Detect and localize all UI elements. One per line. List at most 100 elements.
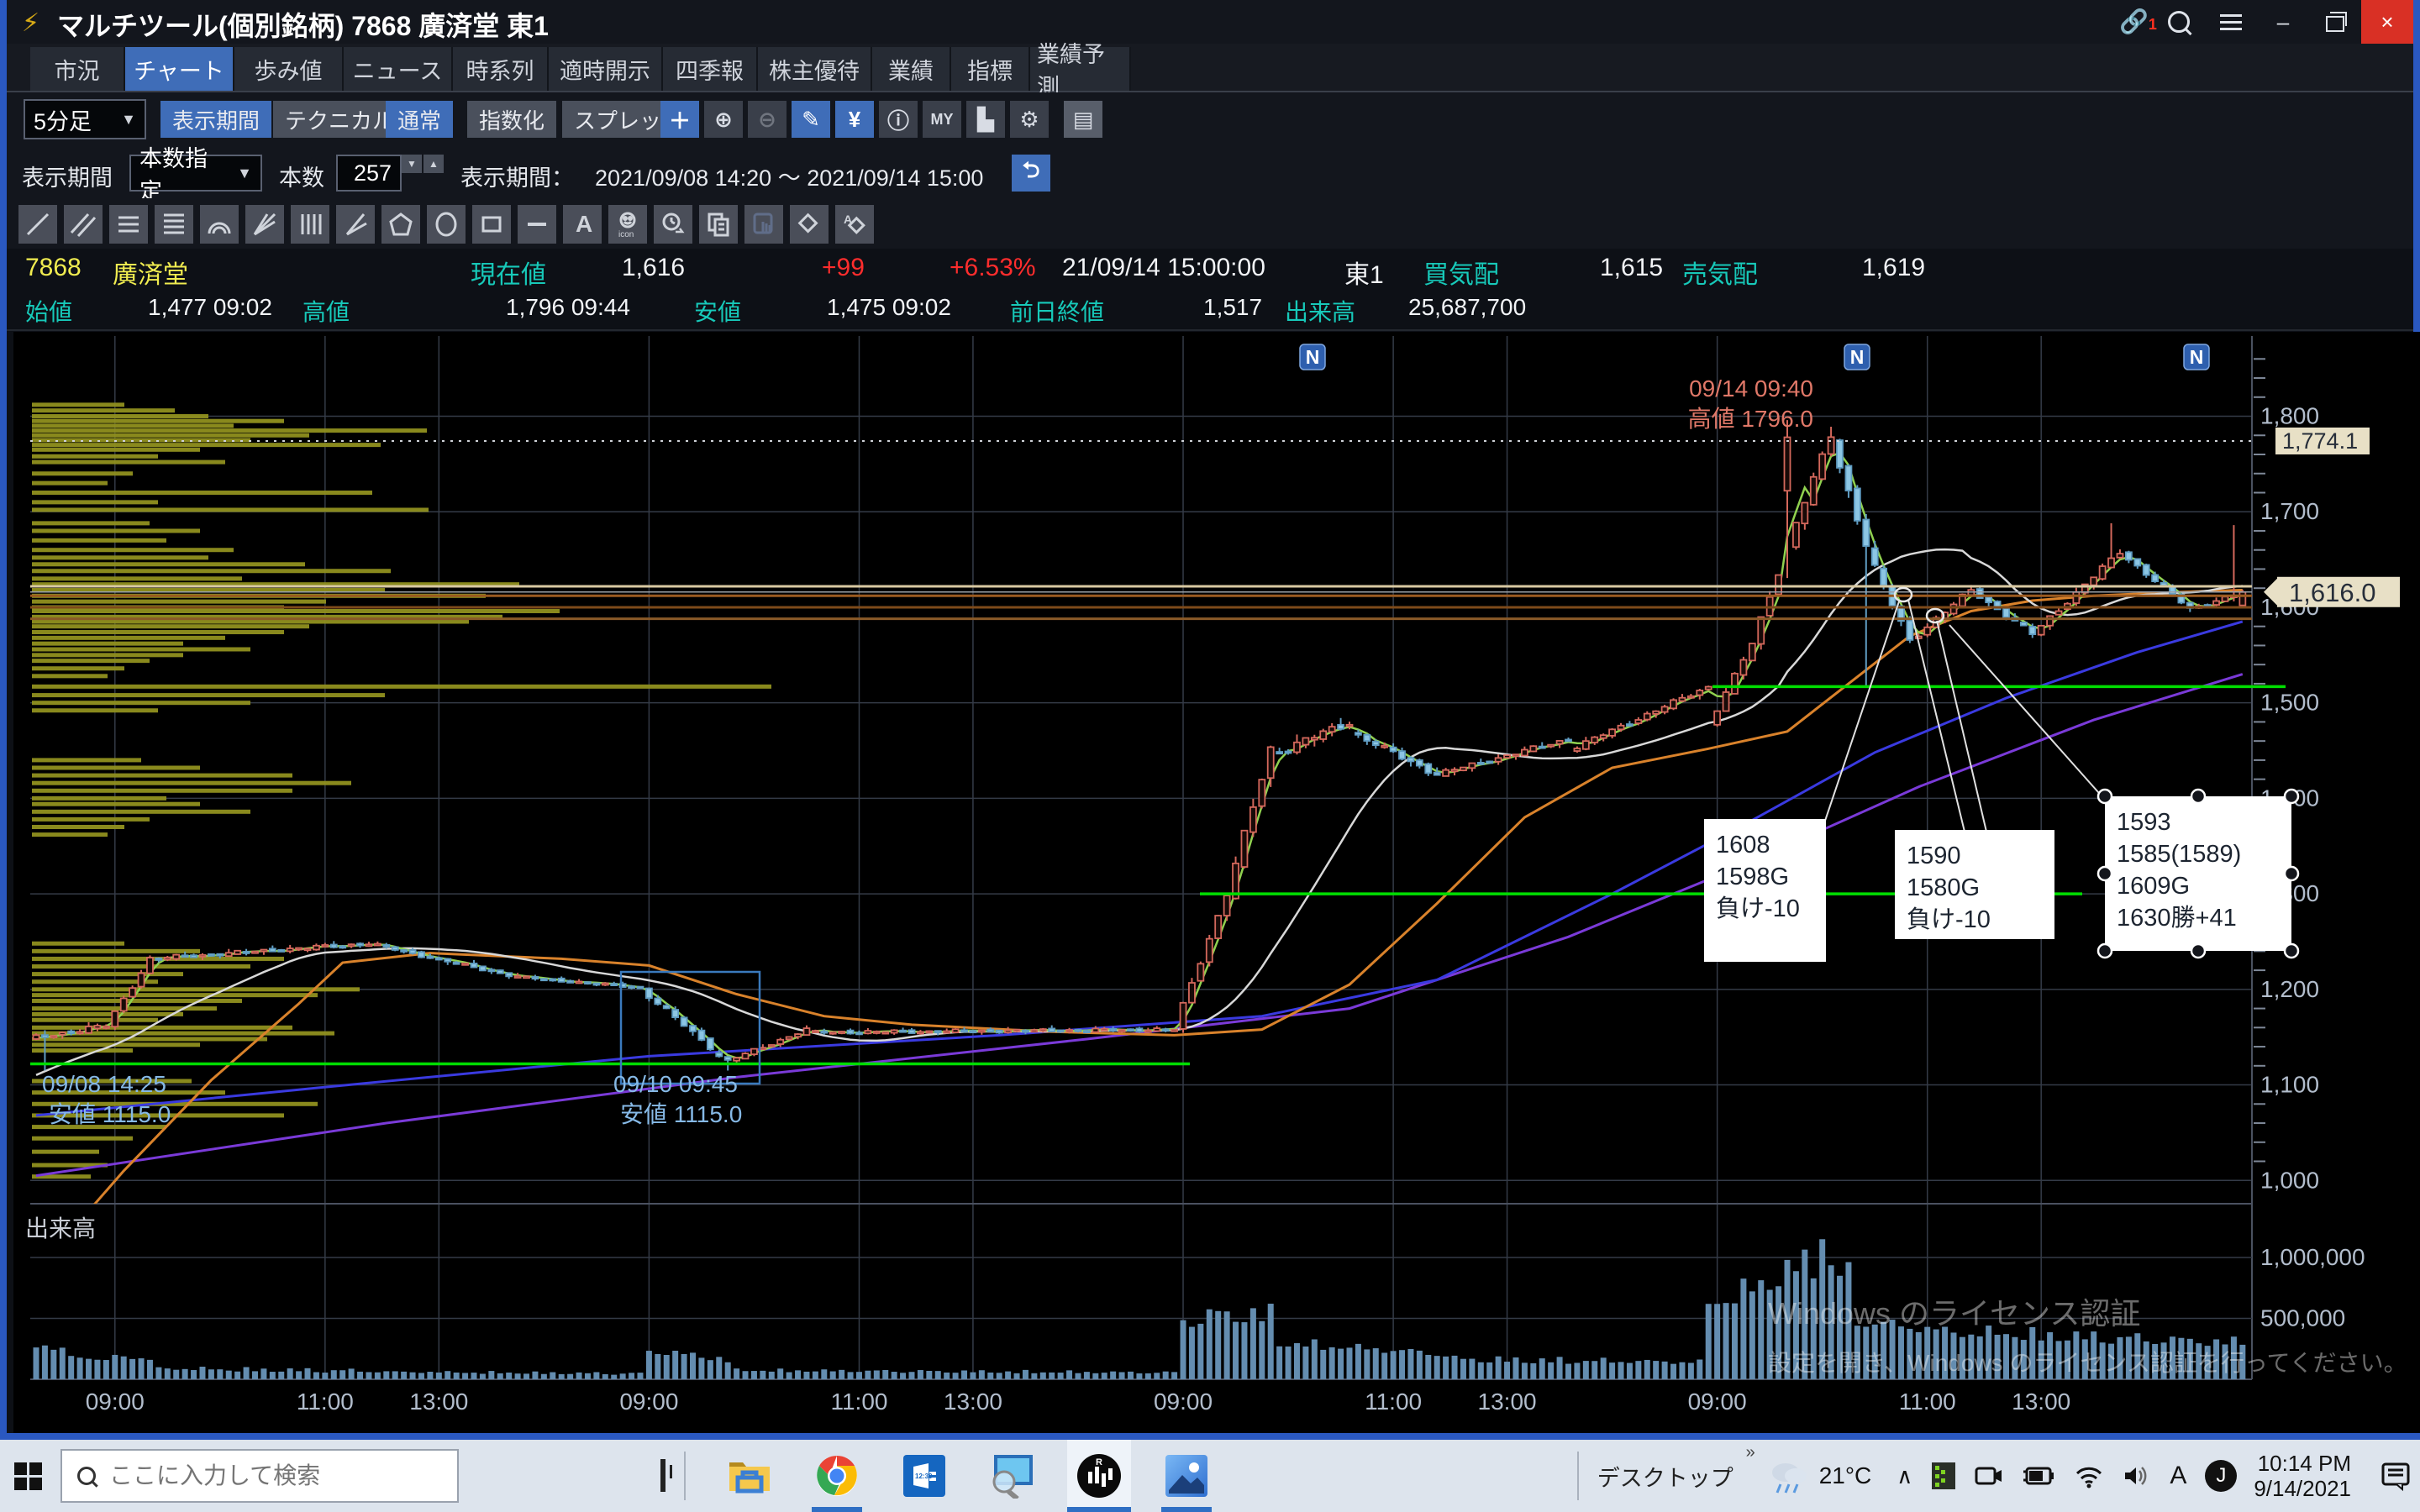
battery-icon[interactable] (2022, 1463, 2055, 1488)
svg-text:11:00: 11:00 (1899, 1389, 1956, 1415)
menu-icon[interactable] (2205, 0, 2257, 44)
zoom-out-icon[interactable]: ⊖ (748, 101, 786, 138)
tab-5[interactable]: 時系列 (453, 47, 549, 91)
wifi-icon[interactable] (2074, 1463, 2104, 1488)
fibonacci-arc-icon[interactable] (200, 205, 239, 244)
toolbar-button-指数化[interactable]: 指数化 (467, 101, 556, 138)
tab-11[interactable]: 業績予測 (1030, 47, 1131, 91)
marketspeed-icon[interactable]: R (1067, 1440, 1131, 1512)
task-view-icon[interactable] (660, 1462, 666, 1490)
screen-record-icon[interactable] (1975, 1463, 2003, 1488)
chrome-icon[interactable] (805, 1440, 869, 1512)
toolbar-button-通常[interactable]: 通常 (386, 101, 453, 138)
close-button[interactable]: × (2361, 0, 2413, 44)
hand-drag-icon[interactable] (744, 205, 783, 244)
svg-text:1598G: 1598G (1716, 864, 1789, 890)
h-segment-icon[interactable] (518, 205, 556, 244)
svg-text:1608: 1608 (1716, 832, 1770, 858)
svg-text:安値 1115.0: 安値 1115.0 (49, 1101, 171, 1127)
link-group-icon[interactable]: 🔗1 (2119, 8, 2153, 36)
icon-stamp-icon[interactable]: icon (608, 205, 647, 244)
tab-1[interactable]: 市況 (30, 47, 125, 91)
chart-note-box: 16081598G負け-10 (1704, 819, 1826, 962)
svg-text:12:30: 12:30 (915, 1473, 933, 1480)
hidden-icons-caret[interactable]: ∧ (1897, 1463, 1912, 1489)
tab-2[interactable]: チャート (125, 47, 234, 91)
count-down-spinner[interactable]: ▼ (402, 155, 422, 173)
file-explorer-icon[interactable] (718, 1440, 781, 1512)
quote-value: 21/09/14 15:00:00 (1062, 254, 1265, 282)
weather-widget[interactable]: 21°C (1767, 1456, 1872, 1496)
clock[interactable]: 10:14 PM 9/14/2021 (2254, 1451, 2351, 1501)
yen-icon[interactable]: ¥ (835, 101, 874, 138)
candlestick-chart[interactable]: 1,8001,7001,6001,5001,4001,3001,2001,100… (13, 332, 2420, 1433)
chart-area[interactable]: 1,8001,7001,6001,5001,4001,3001,2001,100… (13, 332, 2420, 1433)
restore-button[interactable] (2309, 0, 2361, 44)
tab-4[interactable]: ニュース (344, 47, 453, 91)
search-input[interactable] (108, 1462, 430, 1490)
zoom-in-icon[interactable]: ⊕ (704, 101, 743, 138)
volume-icon[interactable] (2123, 1463, 2151, 1488)
info-icon[interactable]: ⓘ (879, 101, 918, 138)
copy-object-icon[interactable] (699, 205, 738, 244)
trend-line-icon[interactable] (18, 205, 57, 244)
svg-text:高値 1796.0: 高値 1796.0 (1688, 406, 1813, 432)
my-chart-icon[interactable]: MY (923, 101, 961, 138)
news-marker-icon: N (1844, 344, 1870, 370)
pencil-icon[interactable]: ✎ (792, 101, 830, 138)
quote-value: 1,615 (1600, 254, 1663, 282)
parallel-lines-icon[interactable] (64, 205, 103, 244)
crosshair-icon[interactable]: ＋ (660, 101, 699, 138)
taskbar-search[interactable] (60, 1449, 459, 1503)
svg-text:1585(1589): 1585(1589) (2117, 841, 2241, 868)
temperature: 21°C (1819, 1462, 1872, 1489)
movies-app-icon[interactable]: 12:30 (892, 1440, 956, 1512)
svg-text:500,000: 500,000 (2260, 1305, 2345, 1331)
toolbar-button-表示期間[interactable]: 表示期間 (160, 101, 271, 138)
text-a-icon[interactable]: A (563, 205, 602, 244)
tab-7[interactable]: 四季報 (663, 47, 758, 91)
ellipse-icon[interactable] (427, 205, 466, 244)
print-icon[interactable]: ▤ (1064, 101, 1102, 138)
tab-9[interactable]: 業績 (872, 47, 951, 91)
fan-lines-icon[interactable] (245, 205, 284, 244)
v-lines-icon[interactable] (291, 205, 329, 244)
chevron-icon: » (1746, 1443, 1755, 1462)
rectangle-icon[interactable] (472, 205, 511, 244)
period-label: 表示期間 (22, 160, 113, 192)
area-chart-icon[interactable]: ▙ (966, 101, 1005, 138)
ime-mode-icon[interactable]: J (2205, 1460, 2237, 1492)
desktop-toolbar[interactable]: デスクトップ» (1597, 1460, 1733, 1493)
eraser-icon[interactable] (790, 205, 829, 244)
quote-label: 現在値 (471, 254, 546, 291)
tab-10[interactable]: 指標 (951, 47, 1030, 91)
quote-value: +6.53% (950, 254, 1036, 282)
photos-icon[interactable] (1155, 1440, 1218, 1512)
tab-3[interactable]: 歩み値 (234, 47, 344, 91)
svg-text:13:00: 13:00 (944, 1389, 1002, 1415)
minimize-button[interactable]: – (2257, 0, 2309, 44)
return-arrow-icon[interactable]: ⮌ (1012, 155, 1050, 192)
wrench-icon[interactable]: ⚙ (1010, 101, 1049, 138)
tab-8[interactable]: 株主優待 (758, 47, 872, 91)
pentagon-icon[interactable] (381, 205, 420, 244)
search-icon (77, 1467, 96, 1485)
notification-icon[interactable] (2373, 1440, 2420, 1512)
eraser-text-icon[interactable]: A (835, 205, 874, 244)
ime-alpha-icon[interactable]: A (2170, 1462, 2186, 1490)
period-mode-dropdown[interactable]: 本数指定▼ (129, 155, 262, 192)
h-lines-4-icon[interactable] (155, 205, 193, 244)
speed-lines-icon[interactable] (336, 205, 375, 244)
led-status-icon[interactable] (1931, 1461, 1956, 1491)
magnifier-app-icon[interactable] (980, 1440, 1044, 1512)
start-button[interactable] (0, 1440, 55, 1512)
tab-6[interactable]: 適時開示 (549, 47, 663, 91)
svg-text:1,800: 1,800 (2260, 403, 2319, 429)
count-up-spinner[interactable]: ▲ (424, 155, 444, 173)
interval-dropdown[interactable]: 5分足▼ (24, 99, 146, 139)
svg-text:11:00: 11:00 (1365, 1389, 1422, 1415)
time-cycle-icon[interactable] (654, 205, 692, 244)
titlebar-search-icon[interactable] (2153, 0, 2205, 44)
h-lines-3-icon[interactable] (109, 205, 148, 244)
bar-count-input[interactable]: 257 (336, 155, 402, 192)
